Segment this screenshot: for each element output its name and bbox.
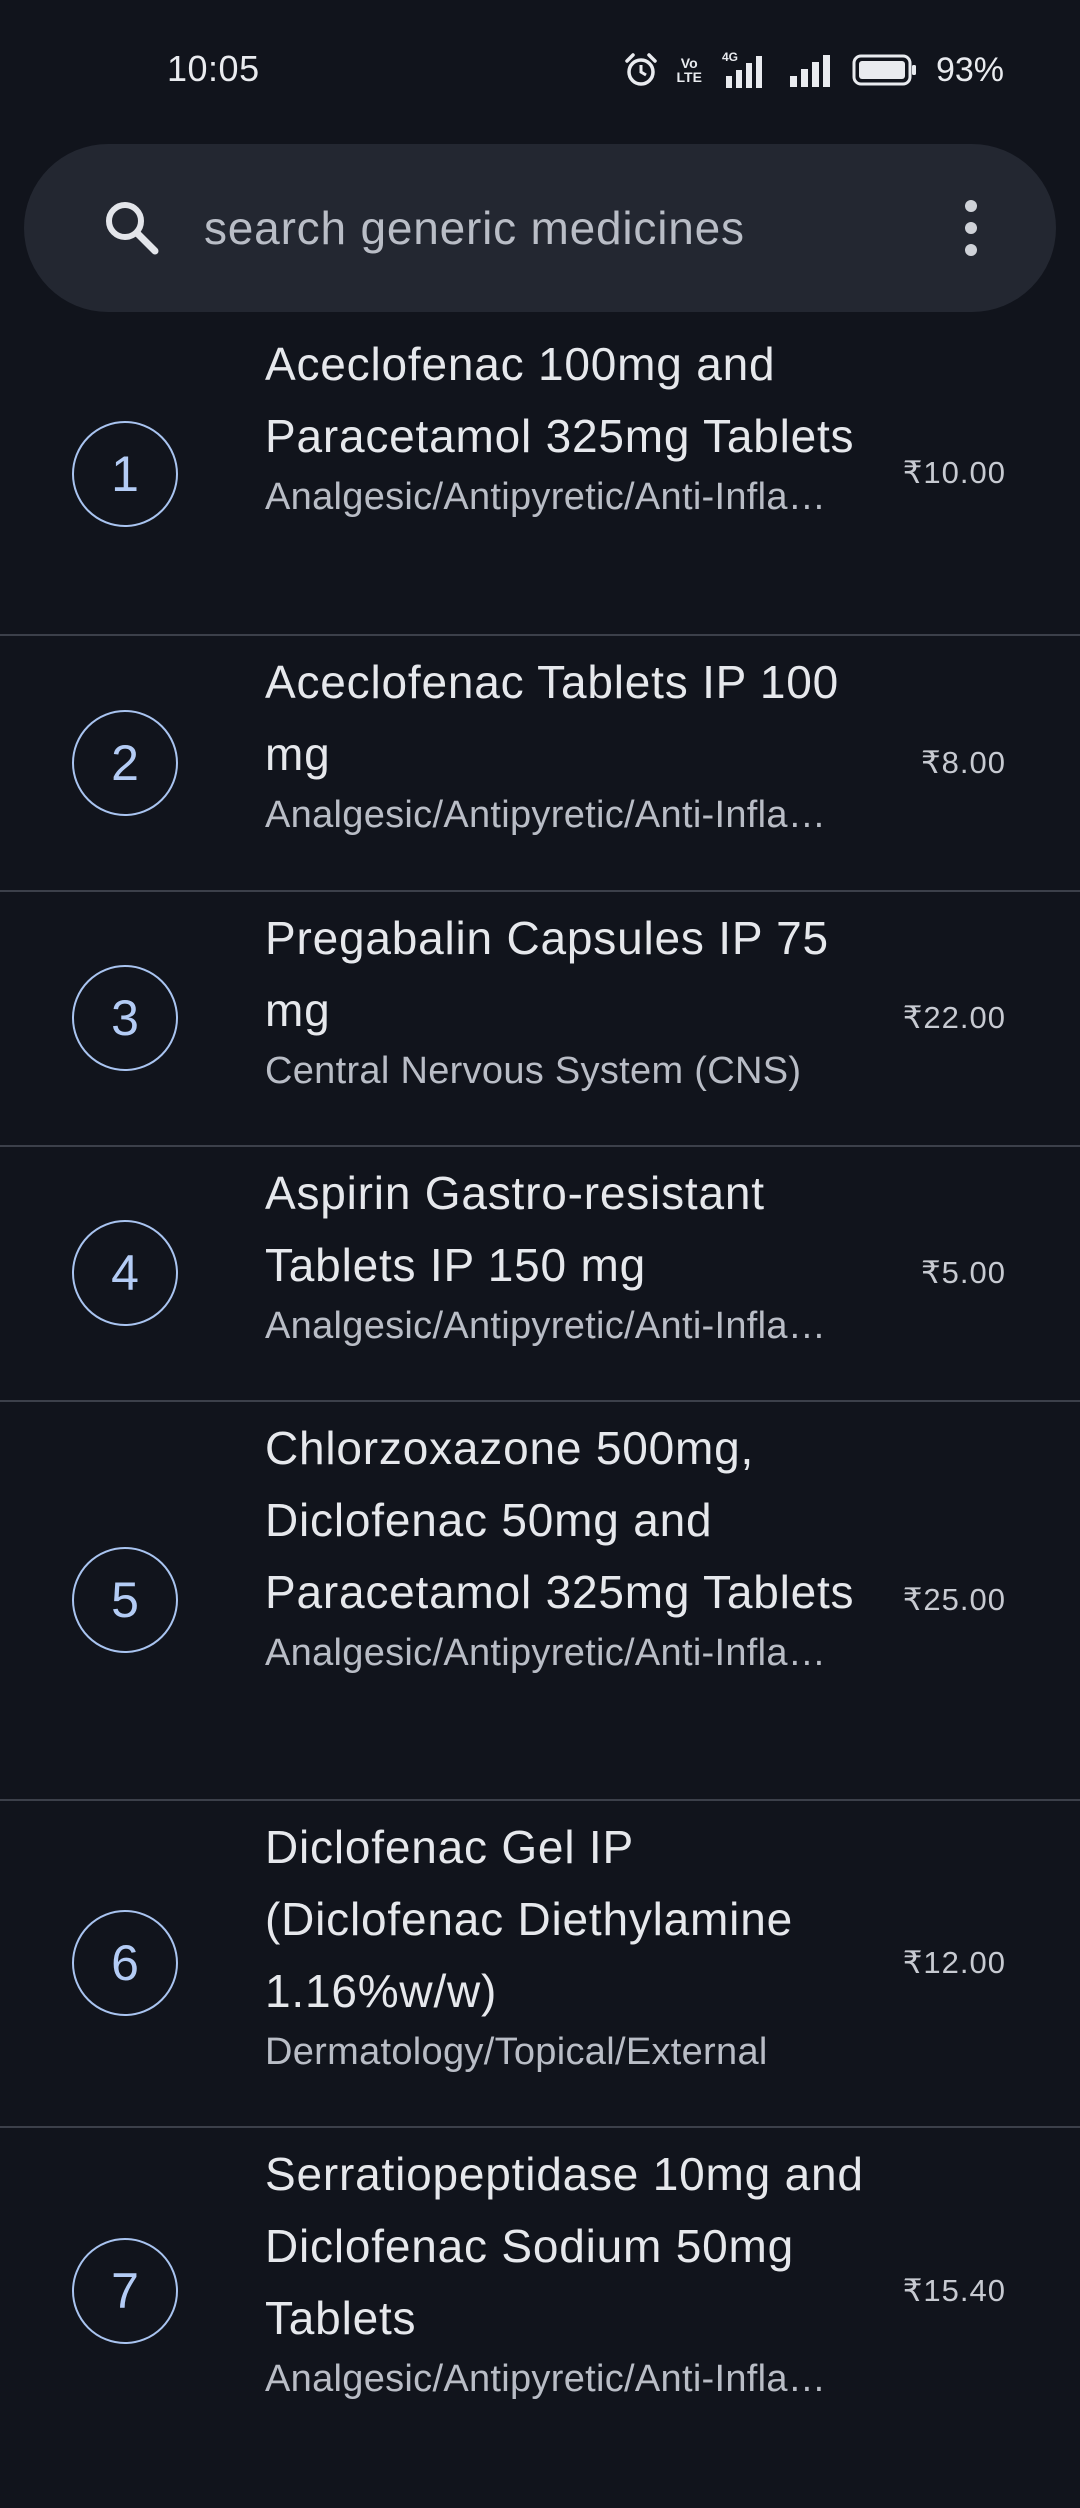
medicine-name: Diclofenac Gel IP (Diclofenac Diethylami… (265, 1821, 793, 2017)
battery-icon (852, 54, 916, 86)
medicine-category: Dermatology/Topical/External (265, 2031, 768, 2073)
list-item[interactable]: 2 Aceclofenac Tablets IP 100 mg Analgesi… (0, 636, 1080, 892)
list-item[interactable]: 6 Diclofenac Gel IP (Diclofenac Diethyla… (0, 1801, 1080, 2128)
item-text: Aspirin Gastro-resistant Tablets IP 150 … (265, 1157, 865, 1351)
list-item[interactable]: 5 Chlorzoxazone 500mg, Diclofenac 50mg a… (0, 1402, 1080, 1801)
item-index-badge: 5 (72, 1547, 178, 1653)
medicine-price: ₹8.00 (920, 745, 1006, 780)
item-text: Chlorzoxazone 500mg, Diclofenac 50mg and… (265, 1412, 865, 1678)
medicine-price: ₹15.40 (902, 2273, 1006, 2308)
medicine-category: Analgesic/Antipyretic/Anti-Inflammatory (265, 794, 845, 836)
medicine-price: ₹22.00 (902, 1000, 1006, 1035)
item-index-badge: 1 (72, 421, 178, 527)
item-index-badge: 2 (72, 710, 178, 816)
signal-icon (789, 55, 830, 87)
status-icons: Vo LTE 4G 93% (623, 48, 1004, 92)
item-text: Pregabalin Capsules IP 75 mg Central Ner… (265, 902, 865, 1096)
medicine-category: Analgesic/Antipyretic/Anti-Inflammatory (265, 1305, 845, 1347)
medicine-category: Central Nervous System (CNS) (265, 1050, 802, 1092)
search-input[interactable] (204, 198, 904, 258)
medicine-price: ₹10.00 (902, 455, 1006, 490)
medicine-price: ₹12.00 (902, 1945, 1006, 1980)
alarm-icon (624, 53, 657, 86)
list-item[interactable]: 3 Pregabalin Capsules IP 75 mg Central N… (0, 892, 1080, 1147)
item-index-badge: 4 (72, 1220, 178, 1326)
medicine-name: Chlorzoxazone 500mg, Diclofenac 50mg and… (265, 1422, 855, 1618)
search-bar[interactable] (24, 144, 1056, 312)
medicine-list: 1 Aceclofenac 100mg and Paracetamol 325m… (0, 328, 1080, 2508)
list-item[interactable]: 1 Aceclofenac 100mg and Paracetamol 325m… (0, 328, 1080, 636)
item-index-badge: 6 (72, 1910, 178, 2016)
status-bar: 10:05 Vo LTE 4G 93% (0, 0, 1080, 140)
item-text: Serratiopeptidase 10mg and Diclofenac So… (265, 2138, 865, 2404)
item-text: Diclofenac Gel IP (Diclofenac Diethylami… (265, 1811, 865, 2077)
medicine-price: ₹25.00 (902, 1582, 1006, 1617)
search-icon (106, 202, 159, 255)
list-item[interactable]: 7 Serratiopeptidase 10mg and Diclofenac … (0, 2128, 1080, 2508)
volte-icon: Vo LTE (677, 56, 702, 84)
medicine-category: Analgesic/Antipyretic/Anti-Inflammatory (265, 476, 845, 518)
item-text: Aceclofenac 100mg and Paracetamol 325mg … (265, 328, 865, 522)
volte-bottom-label: LTE (676, 69, 702, 85)
item-index-badge: 7 (72, 2238, 178, 2344)
item-text: Aceclofenac Tablets IP 100 mg Analgesic/… (265, 646, 865, 840)
more-options-icon[interactable] (956, 196, 986, 260)
item-index-badge: 3 (72, 965, 178, 1071)
medicine-price: ₹5.00 (920, 1255, 1006, 1290)
list-item[interactable]: 4 Aspirin Gastro-resistant Tablets IP 15… (0, 1147, 1080, 1402)
volte-top-label: Vo (680, 55, 698, 71)
medicine-category: Analgesic/Antipyretic/Anti-Inflammatory (265, 2358, 845, 2400)
medicine-name: Aceclofenac 100mg and Paracetamol 325mg … (265, 338, 855, 462)
battery-percent: 93% (935, 50, 1004, 89)
network-type-label: 4G (722, 50, 738, 64)
medicine-category: Analgesic/Antipyretic/Anti-Inflammatory (265, 1632, 845, 1674)
medicine-name: Pregabalin Capsules IP 75 mg (265, 912, 829, 1036)
medicine-name: Aspirin Gastro-resistant Tablets IP 150 … (265, 1167, 765, 1291)
medicine-name: Serratiopeptidase 10mg and Diclofenac So… (265, 2148, 864, 2344)
medicine-name: Aceclofenac Tablets IP 100 mg (265, 656, 840, 780)
status-time: 10:05 (167, 48, 260, 89)
signal-4g-icon: 4G (722, 50, 762, 88)
